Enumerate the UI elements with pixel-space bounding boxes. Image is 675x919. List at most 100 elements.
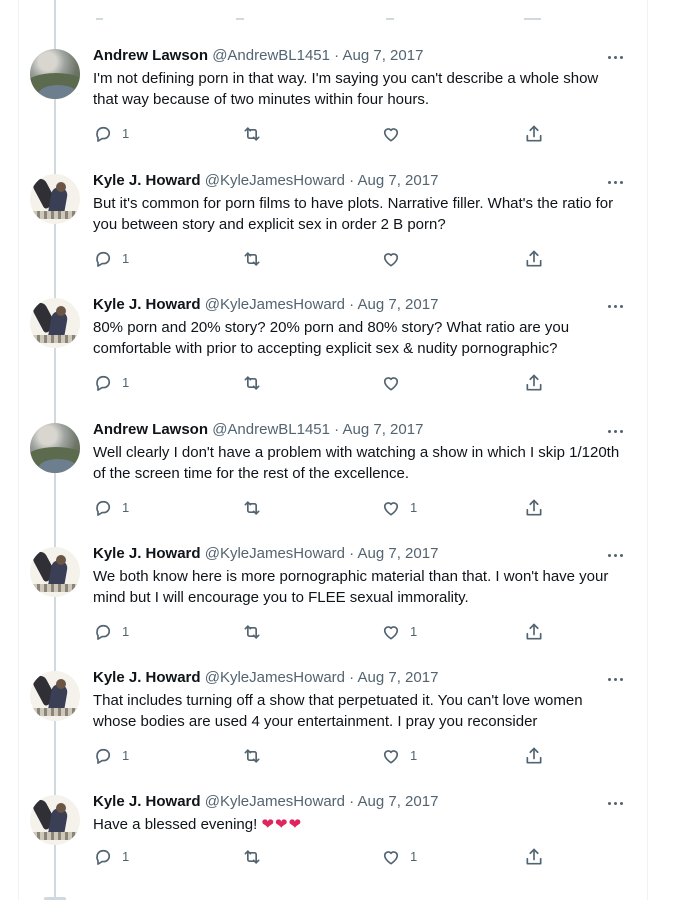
share-icon xyxy=(526,499,542,516)
tweet-header: Andrew Lawson @AndrewBL1451 · Aug 7, 201… xyxy=(93,420,423,440)
avatar[interactable] xyxy=(30,795,80,845)
reply-icon xyxy=(96,624,111,640)
tweet[interactable]: Andrew Lawson @AndrewBL1451 · Aug 7, 201… xyxy=(18,420,647,547)
retweet-icon xyxy=(244,252,260,266)
share-icon xyxy=(526,623,542,640)
reply-icon xyxy=(96,375,111,391)
avatar[interactable] xyxy=(30,49,80,99)
tweet-header: Kyle J. Howard @KyleJamesHoward · Aug 7,… xyxy=(93,171,438,191)
author-handle[interactable]: @AndrewBL1451 xyxy=(212,421,330,438)
timeline-border-right xyxy=(647,0,648,900)
header-separator: · xyxy=(349,669,355,686)
tweet[interactable]: Kyle J. Howard @KyleJamesHoward · Aug 7,… xyxy=(18,295,647,422)
tweet-header: Andrew Lawson @AndrewBL1451 · Aug 7, 201… xyxy=(93,46,423,66)
avatar[interactable] xyxy=(30,547,80,597)
header-separator: · xyxy=(334,47,340,64)
tweet-text: That includes turning off a show that pe… xyxy=(93,692,583,730)
like-icon xyxy=(383,626,399,640)
retweet-icon xyxy=(244,501,260,515)
tweet-text: But it's common for porn films to have p… xyxy=(93,195,614,233)
tweet[interactable]: Kyle J. Howard @KyleJamesHoward · Aug 7,… xyxy=(18,792,647,919)
avatar[interactable] xyxy=(30,298,80,348)
reply-count: 1 xyxy=(122,126,130,141)
tweet-date[interactable]: Aug 7, 2017 xyxy=(358,296,439,313)
more-icon[interactable] xyxy=(608,426,626,436)
header-separator: · xyxy=(349,793,355,810)
tweet[interactable]: Andrew Lawson @AndrewBL1451 · Aug 7, 201… xyxy=(18,46,647,173)
reply-count: 1 xyxy=(122,624,130,639)
tweet-date[interactable]: Aug 7, 2017 xyxy=(358,172,439,189)
reply-icon xyxy=(96,251,111,267)
reply-count: 1 xyxy=(122,500,130,515)
avatar[interactable] xyxy=(30,423,80,473)
share-icon xyxy=(526,125,542,142)
tweet-text-body: Have a blessed evening! xyxy=(93,816,262,833)
tweet-date[interactable]: Aug 7, 2017 xyxy=(343,47,424,64)
tweet-header: Kyle J. Howard @KyleJamesHoward · Aug 7,… xyxy=(93,295,438,315)
more-icon[interactable] xyxy=(608,798,626,808)
retweet-icon xyxy=(244,749,260,763)
more-icon[interactable] xyxy=(608,550,626,560)
share-icon xyxy=(526,747,542,764)
author-handle[interactable]: @KyleJamesHoward xyxy=(205,793,345,810)
author-handle[interactable]: @KyleJamesHoward xyxy=(205,669,345,686)
more-icon[interactable] xyxy=(608,52,626,62)
tweet-date[interactable]: Aug 7, 2017 xyxy=(358,669,439,686)
author-handle[interactable]: @KyleJamesHoward xyxy=(205,545,345,562)
more-icon[interactable] xyxy=(608,674,626,684)
header-separator: · xyxy=(349,545,355,562)
tweet[interactable]: Kyle J. Howard @KyleJamesHoward · Aug 7,… xyxy=(18,171,647,298)
header-separator: · xyxy=(349,296,355,313)
author-name[interactable]: Andrew Lawson xyxy=(93,47,208,64)
reply-count: 1 xyxy=(122,849,130,864)
tweet-actions: 1 1 xyxy=(18,746,647,766)
reply-icon xyxy=(96,500,111,516)
tweet-text: Well clearly I don't have a problem with… xyxy=(93,444,620,482)
retweet-icon xyxy=(244,127,260,141)
tweet[interactable]: Kyle J. Howard @KyleJamesHoward · Aug 7,… xyxy=(18,669,647,795)
retweet-icon xyxy=(244,376,260,390)
author-handle[interactable]: @KyleJamesHoward xyxy=(205,296,345,313)
like-count: 1 xyxy=(410,748,418,763)
tweet-header: Kyle J. Howard @KyleJamesHoward · Aug 7,… xyxy=(93,792,438,812)
author-name[interactable]: Kyle J. Howard xyxy=(93,793,201,810)
tweet-actions: 1 xyxy=(18,373,647,393)
tweet-text: We both know here is more pornographic m… xyxy=(93,568,609,606)
like-count: 1 xyxy=(410,849,418,864)
more-icon[interactable] xyxy=(608,177,626,187)
more-icon[interactable] xyxy=(608,301,626,311)
author-name[interactable]: Andrew Lawson xyxy=(93,421,208,438)
tweet-date[interactable]: Aug 7, 2017 xyxy=(343,421,424,438)
reply-count: 1 xyxy=(122,748,130,763)
author-name[interactable]: Kyle J. Howard xyxy=(93,545,201,562)
avatar[interactable] xyxy=(30,174,80,224)
tweet[interactable]: Kyle J. Howard @KyleJamesHoward · Aug 7,… xyxy=(18,544,647,671)
tweet-date[interactable]: Aug 7, 2017 xyxy=(358,793,439,810)
share-icon xyxy=(526,848,542,865)
like-icon xyxy=(383,502,399,516)
tweet-actions: 1 xyxy=(18,124,647,144)
header-separator: · xyxy=(334,421,340,438)
author-name[interactable]: Kyle J. Howard xyxy=(93,296,201,313)
tweet-actions: 1 xyxy=(18,249,647,269)
reply-count: 1 xyxy=(122,375,130,390)
tweet-actions: 1 1 xyxy=(18,498,647,518)
author-handle[interactable]: @KyleJamesHoward xyxy=(205,172,345,189)
tweet-actions: 1 1 xyxy=(18,622,647,642)
like-icon xyxy=(383,750,399,764)
tweet-text: Have a blessed evening! ❤❤❤ xyxy=(93,814,623,835)
author-name[interactable]: Kyle J. Howard xyxy=(93,172,201,189)
avatar[interactable] xyxy=(30,671,80,721)
tweet-header: Kyle J. Howard @KyleJamesHoward · Aug 7,… xyxy=(93,544,438,564)
tweet-actions: 1 1 xyxy=(18,847,647,867)
like-icon xyxy=(383,253,399,267)
like-count: 1 xyxy=(410,624,418,639)
like-count: 1 xyxy=(410,500,418,515)
header-separator: · xyxy=(349,172,355,189)
author-name[interactable]: Kyle J. Howard xyxy=(93,669,201,686)
like-icon xyxy=(383,128,399,142)
retweet-icon xyxy=(244,850,260,864)
share-icon xyxy=(526,374,542,391)
tweet-date[interactable]: Aug 7, 2017 xyxy=(358,545,439,562)
author-handle[interactable]: @AndrewBL1451 xyxy=(212,47,330,64)
